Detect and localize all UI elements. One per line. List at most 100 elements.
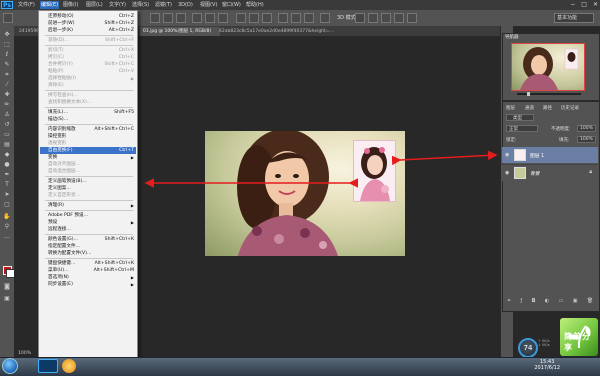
menu-item[interactable]: 清理(R) ▶ bbox=[40, 202, 136, 209]
align-left-icon[interactable] bbox=[192, 13, 202, 23]
marquee-tool-icon[interactable]: ⬚ bbox=[3, 42, 11, 48]
move-tool-icon[interactable]: ✥ bbox=[3, 32, 11, 38]
align-top-icon[interactable] bbox=[150, 13, 160, 23]
layer-row-selected[interactable]: ◉ 图层 1 bbox=[502, 147, 598, 163]
menu-item[interactable]: 颜色设置(G)… Shift+Ctrl+K bbox=[40, 236, 136, 243]
distribute-bottom-icon[interactable] bbox=[262, 13, 272, 23]
doc-tab[interactable]: 42ab823c8c5a17e0ae2d0e4899f40377&height=… bbox=[216, 27, 352, 36]
menu-type[interactable]: 文字(Y) bbox=[109, 1, 126, 9]
layer-kind-filter[interactable]: 类型 bbox=[506, 114, 534, 121]
hand-tool-icon[interactable]: ✋ bbox=[3, 214, 11, 220]
3d-drag-icon[interactable] bbox=[381, 13, 391, 23]
menu-item[interactable]: 定义图案… bbox=[40, 185, 136, 192]
menu-view[interactable]: 视图(V) bbox=[200, 1, 217, 9]
menu-help[interactable]: 帮助(H) bbox=[246, 1, 264, 9]
blend-mode-select[interactable]: 正常 bbox=[506, 125, 538, 132]
menu-item[interactable]: 还原移动(O) Ctrl+Z bbox=[40, 13, 136, 20]
clock[interactable]: 15:43 2017/6/12 bbox=[534, 359, 560, 371]
align-hcenter-icon[interactable] bbox=[205, 13, 215, 23]
distribute-vcenter-icon[interactable] bbox=[249, 13, 259, 23]
menu-filter[interactable]: 滤镜(T) bbox=[155, 1, 172, 9]
maximize-icon[interactable]: □ bbox=[581, 1, 587, 9]
align-bottom-icon[interactable] bbox=[176, 13, 186, 23]
zoom-tool-icon[interactable]: ⚲ bbox=[3, 224, 11, 230]
distribute-hcenter-icon[interactable] bbox=[291, 13, 301, 23]
fill-field[interactable]: 100% bbox=[577, 136, 596, 143]
group-folder-icon[interactable]: ▭ bbox=[559, 298, 564, 304]
quick-mask-icon[interactable]: ◙ bbox=[3, 284, 11, 290]
healing-tool-icon[interactable]: ✚ bbox=[3, 92, 11, 98]
distribute-top-icon[interactable] bbox=[236, 13, 246, 23]
doc-tab-active[interactable]: 01.jpg @ 100%(图层 1, RGB/8) bbox=[140, 27, 220, 36]
menu-item[interactable]: 远程连接… bbox=[40, 226, 136, 233]
photoshop-task-icon[interactable] bbox=[38, 359, 58, 373]
menu-3d[interactable]: 3D(D) bbox=[178, 1, 193, 9]
menu-item[interactable]: 前进一步(W) Shift+Ctrl+Z bbox=[40, 20, 136, 27]
dodge-tool-icon[interactable]: ● bbox=[3, 162, 11, 168]
menu-item[interactable]: 后退一步(K) Alt+Ctrl+Z bbox=[40, 27, 136, 34]
menu-item[interactable]: 键盘快捷键… Alt+Shift+Ctrl+K bbox=[40, 260, 136, 267]
distribute-right-icon[interactable] bbox=[304, 13, 314, 23]
menu-item[interactable]: 操控变形 bbox=[40, 133, 136, 140]
menu-item[interactable]: 变换 ▶ bbox=[40, 154, 136, 161]
eye-icon[interactable]: ◉ bbox=[505, 152, 509, 158]
add-mask-icon[interactable]: ◘ bbox=[531, 298, 535, 304]
screen-mode-icon[interactable]: ▣ bbox=[3, 296, 11, 302]
close-icon[interactable]: ✕ bbox=[593, 1, 598, 9]
zoom-slider-knob[interactable] bbox=[527, 92, 530, 96]
menu-file[interactable]: 文件(F) bbox=[18, 1, 35, 9]
navigator-zoom-slider[interactable] bbox=[505, 92, 593, 96]
menu-window[interactable]: 窗口(W) bbox=[222, 1, 241, 9]
link-layers-icon[interactable]: ⚭ bbox=[507, 298, 511, 304]
minimize-icon[interactable]: − bbox=[570, 1, 575, 9]
zoom-readout[interactable]: 100% bbox=[18, 351, 31, 356]
history-brush-tool-icon[interactable]: ↺ bbox=[3, 122, 11, 128]
menu-item[interactable]: 同步设置(E) ▶ bbox=[40, 281, 136, 288]
stamp-tool-icon[interactable]: ♙ bbox=[3, 112, 11, 118]
menu-item[interactable]: 描边(S)… bbox=[40, 116, 136, 123]
path-select-tool-icon[interactable]: ➤ bbox=[3, 192, 11, 198]
eyedropper-tool-icon[interactable]: ⁄ bbox=[3, 82, 11, 88]
browser-task-icon[interactable] bbox=[62, 359, 76, 373]
eye-icon[interactable]: ◉ bbox=[505, 170, 509, 176]
new-layer-icon[interactable]: ▣ bbox=[573, 298, 578, 304]
adjustment-layer-icon[interactable]: ◐ bbox=[545, 298, 549, 304]
auto-align-icon[interactable] bbox=[320, 13, 330, 23]
edit-toolbar-icon[interactable]: … bbox=[3, 234, 11, 240]
menu-item[interactable]: 首选项(N) ▶ bbox=[40, 274, 136, 281]
gradient-tool-icon[interactable]: ▤ bbox=[3, 142, 11, 148]
distribute-left-icon[interactable] bbox=[278, 13, 288, 23]
quick-select-tool-icon[interactable]: ✎ bbox=[3, 62, 11, 68]
menu-item[interactable]: 内容识别缩放 Alt+Shift+Ctrl+C bbox=[40, 126, 136, 133]
menu-item[interactable]: 填充(L)… Shift+F5 bbox=[40, 109, 136, 116]
menu-edit[interactable]: 编辑(E) bbox=[40, 1, 60, 9]
3d-slide-icon[interactable] bbox=[394, 13, 404, 23]
align-right-icon[interactable] bbox=[218, 13, 228, 23]
navigator-thumbnail[interactable] bbox=[511, 43, 585, 91]
pen-tool-icon[interactable]: ✒ bbox=[3, 172, 11, 178]
eraser-tool-icon[interactable]: ▭ bbox=[3, 132, 11, 138]
menu-item-free-transform[interactable]: 自由变换(F) Ctrl+T bbox=[40, 147, 136, 154]
brush-tool-icon[interactable]: ✏ bbox=[3, 102, 11, 108]
blur-tool-icon[interactable]: ◆ bbox=[3, 152, 11, 158]
tab-history[interactable]: 历史记录 bbox=[561, 105, 579, 111]
move-tool-preset-icon[interactable] bbox=[3, 13, 13, 23]
crop-tool-icon[interactable]: ⌗ bbox=[3, 72, 11, 78]
layer-1-photo[interactable] bbox=[353, 140, 396, 202]
tab-layers[interactable]: 图层 bbox=[506, 105, 515, 111]
menu-item[interactable]: 定义画笔预设(B)… bbox=[40, 178, 136, 185]
tab-paths[interactable]: 路径 bbox=[543, 105, 552, 111]
menu-item[interactable]: 指定配置文件… bbox=[40, 243, 136, 250]
menu-layer[interactable]: 图层(L) bbox=[86, 1, 103, 9]
menu-item[interactable]: Adobe PDF 预设… bbox=[40, 212, 136, 219]
trash-icon[interactable]: 🗑︎ bbox=[587, 298, 593, 304]
workspace-select[interactable]: 基本功能 bbox=[554, 13, 594, 23]
align-vcenter-icon[interactable] bbox=[163, 13, 173, 23]
shape-tool-icon[interactable]: ▢ bbox=[3, 202, 11, 208]
network-speed-widget[interactable]: 74 bbox=[518, 338, 538, 358]
3d-scale-icon[interactable] bbox=[407, 13, 417, 23]
tab-channels[interactable]: 通道 bbox=[525, 105, 534, 111]
menu-image[interactable]: 图像(I) bbox=[63, 1, 78, 9]
menu-select[interactable]: 选择(S) bbox=[132, 1, 149, 9]
start-button[interactable] bbox=[2, 358, 18, 374]
